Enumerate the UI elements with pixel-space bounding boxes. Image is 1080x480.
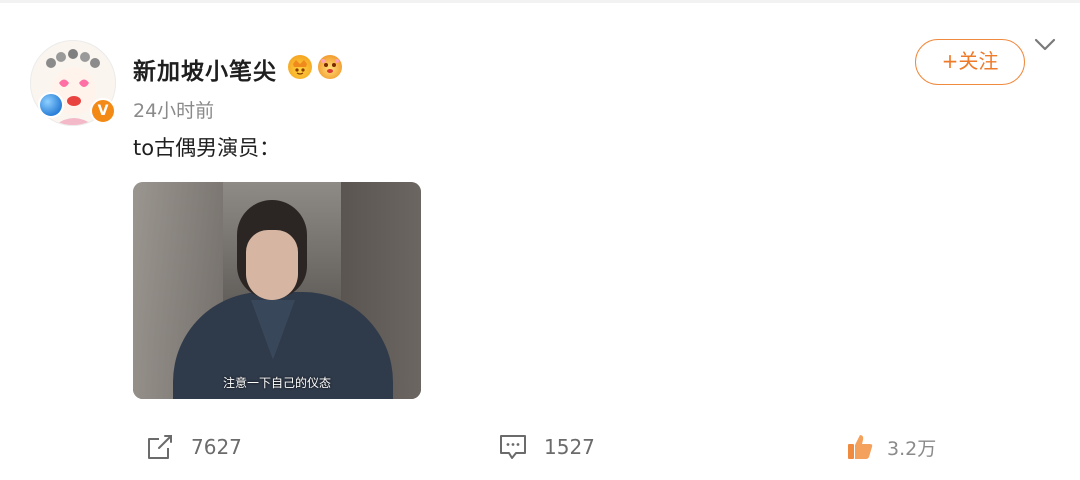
comment-icon: [498, 432, 528, 462]
emoji-icon: [318, 55, 342, 79]
repost-icon: [145, 432, 175, 462]
globe-icon: [38, 92, 64, 118]
repost-action[interactable]: 7627: [145, 432, 242, 462]
post-time: 24小时前: [133, 100, 215, 122]
follow-button[interactable]: +关注: [915, 39, 1025, 85]
image-subtitle: 注意一下自己的仪态: [222, 376, 331, 390]
post-image[interactable]: 注意一下自己的仪态: [133, 182, 421, 399]
comment-action[interactable]: 1527: [498, 432, 595, 462]
like-count: 3.2万: [887, 437, 937, 460]
post-text: to古偶男演员：: [133, 136, 281, 160]
username[interactable]: 新加坡小笔尖: [133, 52, 277, 86]
verified-badge: V: [90, 98, 116, 124]
comment-count: 1527: [544, 435, 595, 459]
top-divider: [0, 0, 1080, 3]
chevron-down-icon[interactable]: [1033, 35, 1057, 55]
crown-emoji-icon: [288, 55, 312, 79]
repost-count: 7627: [191, 435, 242, 459]
like-icon: [845, 432, 875, 462]
image-figure-face: [246, 230, 298, 300]
like-action[interactable]: 3.2万: [845, 432, 936, 462]
